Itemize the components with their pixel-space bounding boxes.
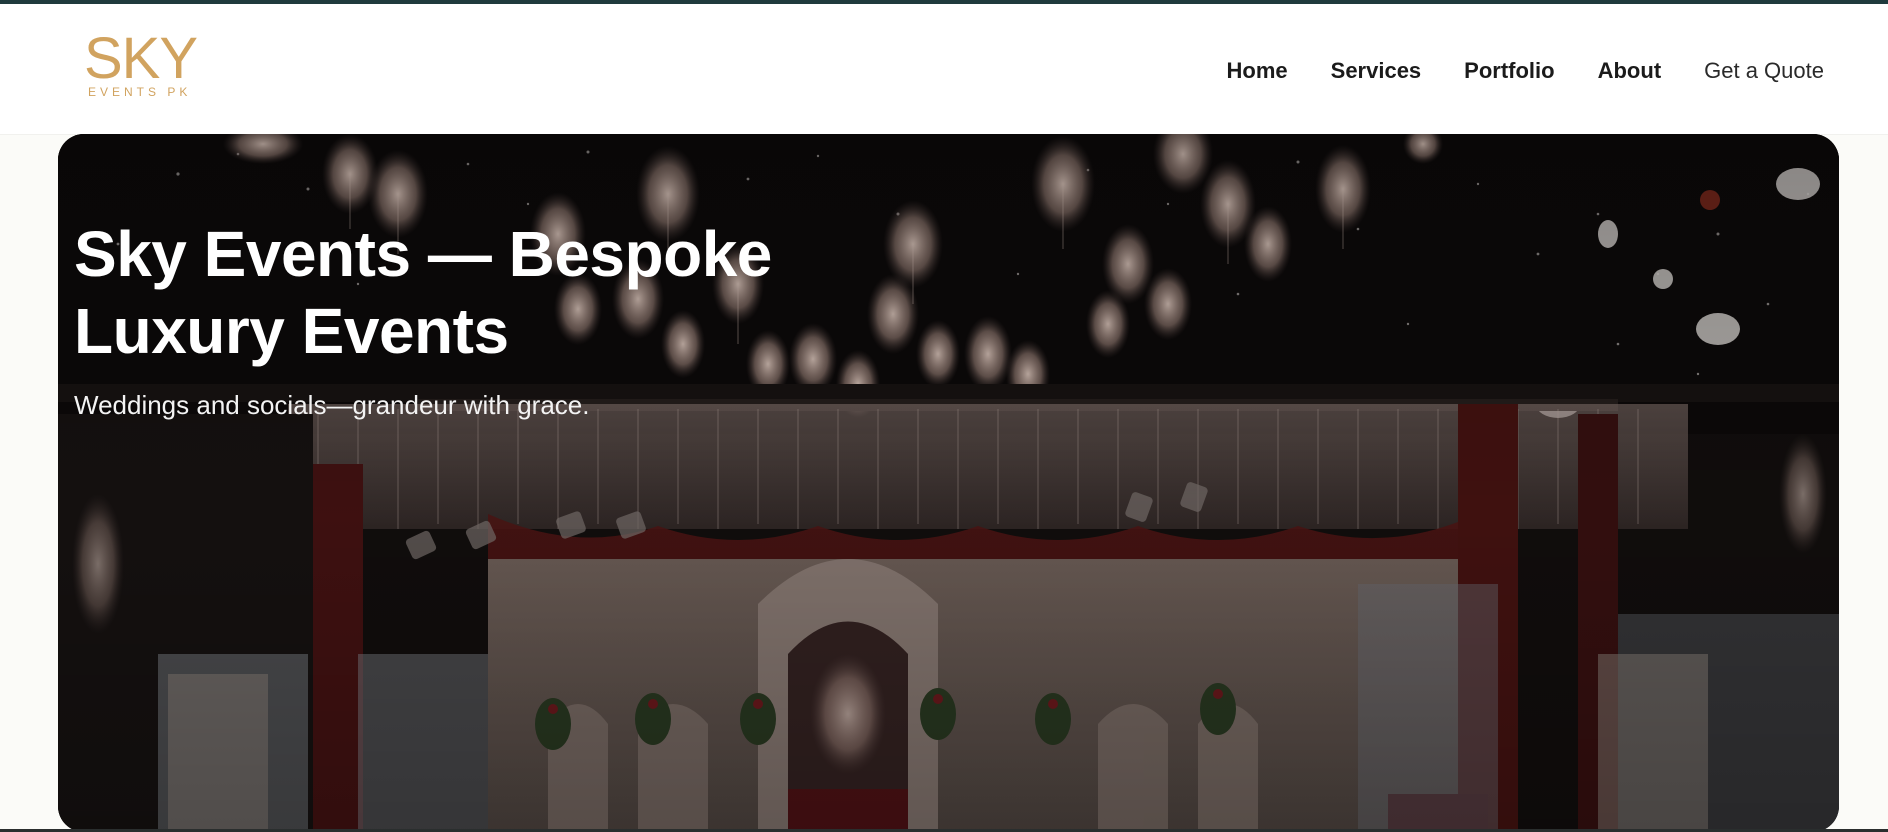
nav-home-link[interactable]: Home	[1227, 58, 1288, 84]
hero-title: Sky Events — Bespoke Luxury Events	[74, 216, 772, 370]
main-navigation: Home Services Portfolio About Get a Quot…	[1227, 58, 1824, 84]
logo-tagline: EVENTS PK	[88, 85, 192, 99]
hero-title-line-1: Sky Events — Bespoke	[74, 218, 772, 290]
logo-wordmark: SKY	[84, 26, 198, 91]
hero-section: Sky Events — Bespoke Luxury Events Weddi…	[58, 134, 1839, 832]
nav-portfolio-link[interactable]: Portfolio	[1464, 58, 1554, 84]
hero-subtitle: Weddings and socials—grandeur with grace…	[74, 390, 590, 420]
site-logo[interactable]: SKY EVENTS PK	[84, 26, 198, 100]
nav-services-link[interactable]: Services	[1331, 58, 1422, 84]
nav-get-a-quote-link[interactable]: Get a Quote	[1704, 58, 1824, 84]
site-header: SKY EVENTS PK Home Services Portfolio Ab…	[0, 4, 1888, 134]
nav-about-link[interactable]: About	[1598, 58, 1662, 84]
hero-title-line-2: Luxury Events	[74, 295, 509, 367]
